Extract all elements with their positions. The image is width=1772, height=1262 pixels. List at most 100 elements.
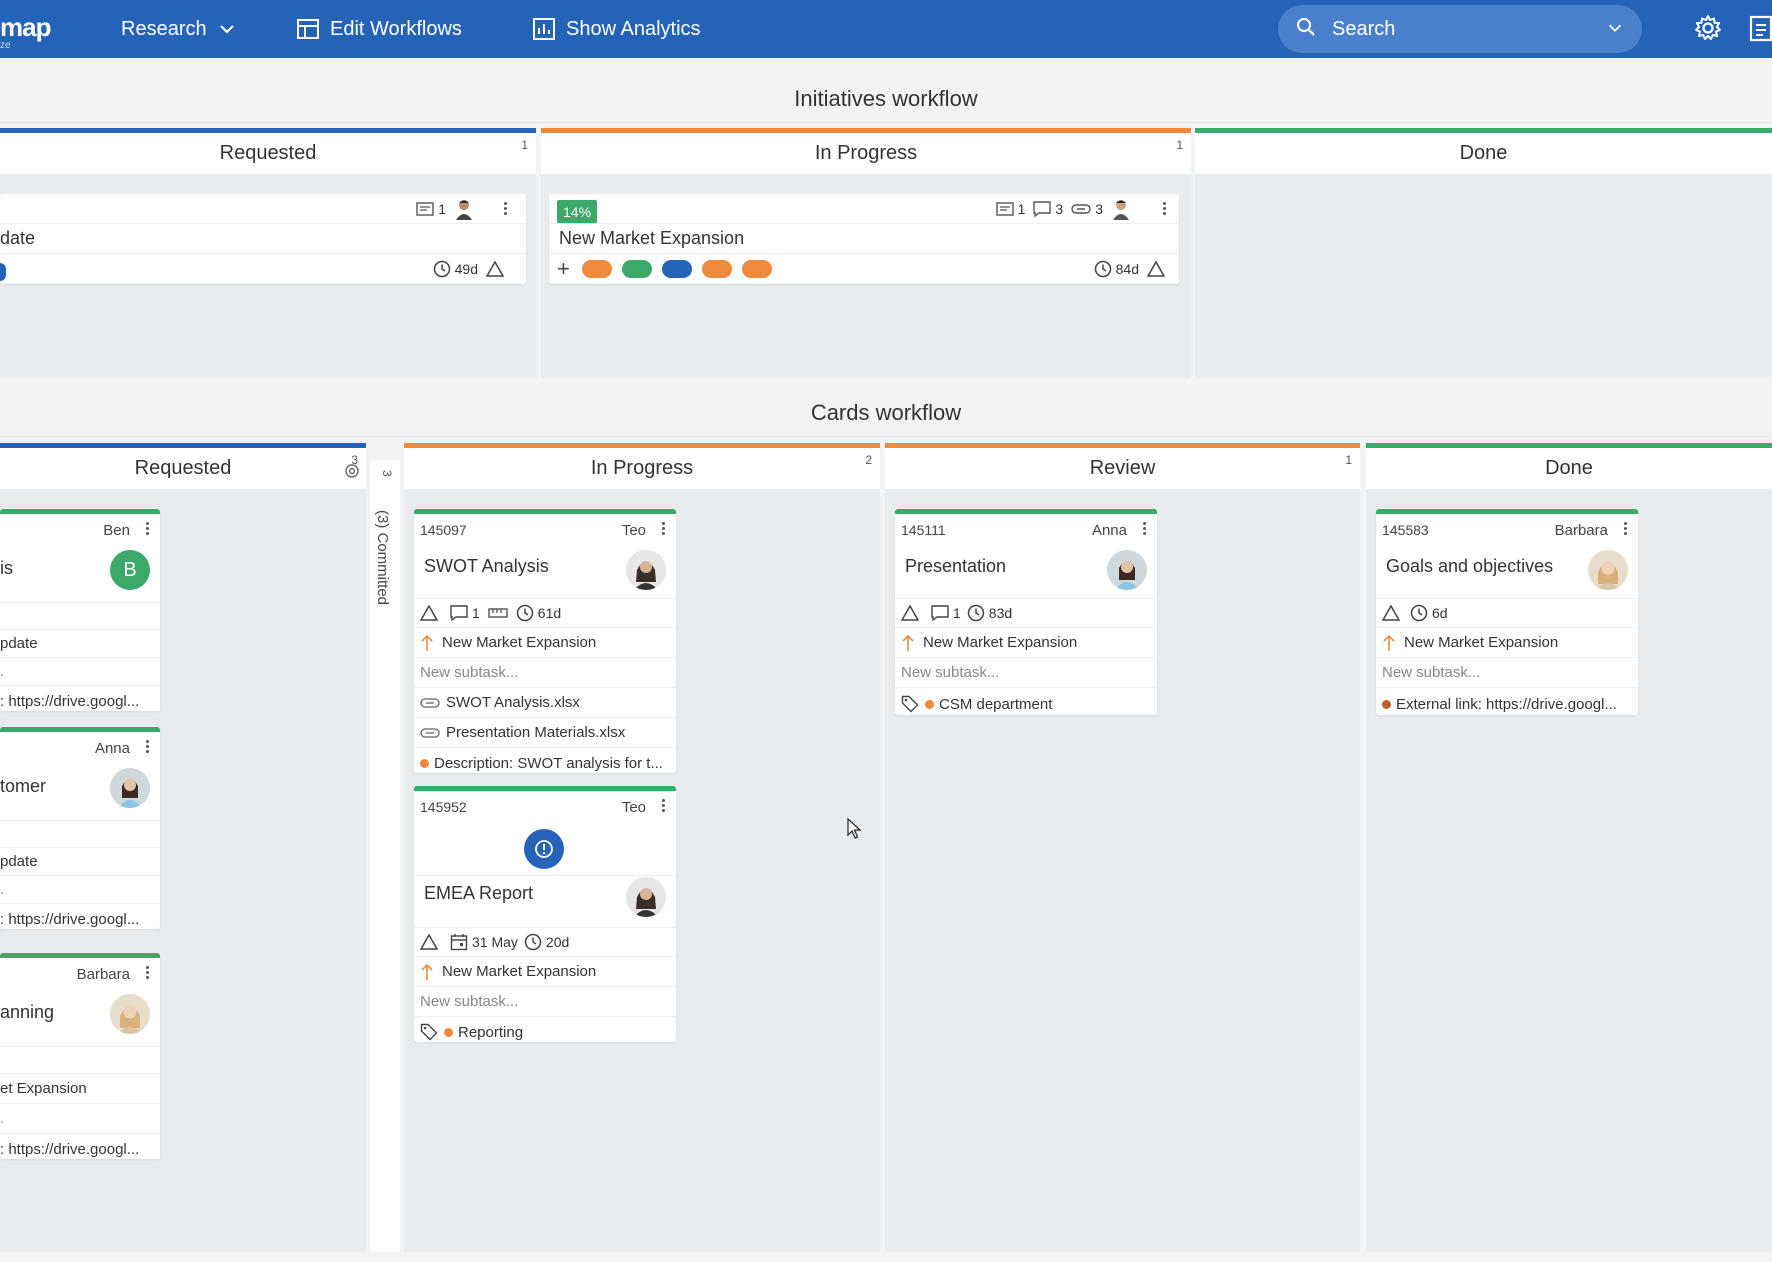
blocker-icon[interactable]	[524, 829, 564, 869]
warning-triangle-icon[interactable]	[420, 605, 438, 621]
tag-icon[interactable]	[420, 1023, 438, 1041]
card[interactable]: Ben is B pdate . : https://drive.googl..…	[0, 509, 160, 711]
comment-icon[interactable]	[931, 605, 949, 621]
parent-link[interactable]: New Market Expansion	[442, 963, 596, 980]
initiative-card[interactable]: 1 date 49d	[0, 194, 526, 284]
parent-link[interactable]: pdate	[0, 635, 38, 652]
column-header[interactable]: In Progress 1	[541, 128, 1191, 174]
external-link[interactable]: : https://drive.googl...	[0, 911, 139, 928]
card-emea-report[interactable]: 145952 Teo EMEA Report 31 May 20d New Ma…	[414, 786, 676, 1042]
column-header[interactable]: Requested 1	[0, 128, 536, 174]
description-text[interactable]: Description: SWOT analysis for t...	[434, 755, 663, 772]
avatar[interactable]	[110, 994, 150, 1034]
external-link[interactable]: : https://drive.googl...	[0, 1141, 139, 1158]
man-avatar-icon[interactable]	[454, 198, 474, 220]
comment-icon[interactable]	[450, 605, 468, 621]
avatar[interactable]	[1107, 550, 1147, 590]
parent-link[interactable]: New Market Expansion	[442, 634, 596, 651]
collapsed-lane-committed[interactable]: 3 (3) Committed	[370, 460, 400, 1252]
column-header[interactable]: Review 1	[885, 443, 1360, 489]
card-swot-analysis[interactable]: 145097 Teo SWOT Analysis 1 61d New Marke…	[414, 509, 676, 773]
nav-edit-workflows[interactable]: Edit Workflows	[296, 0, 462, 58]
card-title[interactable]: is	[0, 558, 13, 579]
tag-pill[interactable]	[741, 260, 772, 278]
card-title[interactable]: Goals and objectives	[1386, 556, 1553, 577]
kebab-menu-icon[interactable]	[504, 200, 508, 217]
kebab-menu-icon[interactable]	[146, 520, 150, 537]
man-avatar-icon[interactable]	[1111, 198, 1131, 220]
nav-show-analytics[interactable]: Show Analytics	[532, 0, 701, 58]
card[interactable]: Barbara anning et Expansion . : https://…	[0, 953, 160, 1159]
kebab-menu-icon[interactable]	[662, 520, 666, 537]
subtask-input[interactable]: .	[0, 1110, 4, 1127]
clock-icon	[433, 260, 451, 278]
tag-pill[interactable]	[0, 263, 6, 281]
card-title[interactable]: New Market Expansion	[559, 228, 744, 249]
avatar[interactable]	[626, 550, 666, 590]
tag-icon[interactable]	[901, 695, 919, 713]
kebab-menu-icon[interactable]	[1143, 520, 1147, 537]
refresh-icon[interactable]	[344, 462, 360, 485]
external-link[interactable]: : https://drive.googl...	[0, 693, 139, 710]
kebab-menu-icon[interactable]	[1624, 520, 1628, 537]
tag-pill[interactable]	[621, 260, 652, 278]
kebab-menu-icon[interactable]	[662, 797, 666, 814]
clipboard-icon[interactable]	[1748, 14, 1772, 47]
attachment-link[interactable]: SWOT Analysis.xlsx	[446, 694, 580, 711]
search-chevron-down-icon[interactable]	[1606, 19, 1624, 42]
avatar[interactable]	[1588, 550, 1628, 590]
parent-link[interactable]: New Market Expansion	[1404, 634, 1558, 651]
tag-pill[interactable]	[701, 260, 732, 278]
parent-link[interactable]: New Market Expansion	[923, 634, 1077, 651]
warning-triangle-icon[interactable]	[420, 934, 438, 950]
nav-research[interactable]: Research	[121, 0, 237, 58]
tag-pill[interactable]	[661, 260, 692, 278]
card[interactable]: Anna tomer pdate . : https://drive.googl…	[0, 727, 160, 929]
warning-triangle-icon[interactable]	[901, 605, 919, 621]
card-title[interactable]: EMEA Report	[424, 883, 533, 904]
warning-triangle-icon[interactable]	[1147, 261, 1165, 277]
new-subtask-input[interactable]: New subtask...	[901, 664, 999, 681]
kebab-menu-icon[interactable]	[1163, 200, 1167, 217]
card-age: 84d	[1115, 261, 1139, 277]
card-presentation[interactable]: 145111 Anna Presentation 1 83d New Marke…	[895, 509, 1157, 715]
due-date[interactable]: 31 May	[472, 934, 518, 950]
card-meta-row: 1 61d	[414, 598, 676, 628]
column-header[interactable]: Requested 3	[0, 443, 366, 489]
warning-triangle-icon[interactable]	[1382, 605, 1400, 621]
card-title[interactable]: anning	[0, 1002, 54, 1023]
avatar[interactable]: B	[110, 550, 150, 590]
tag-label[interactable]: CSM department	[939, 696, 1052, 713]
new-subtask-input[interactable]: New subtask...	[420, 993, 518, 1010]
card-goals-and-objectives[interactable]: 145583 Barbara Goals and objectives 6d N…	[1376, 509, 1638, 715]
column-header[interactable]: In Progress 2	[404, 443, 880, 489]
card-title[interactable]: tomer	[0, 776, 46, 797]
column-count: 1	[521, 138, 528, 152]
initiative-card[interactable]: 14% 1 3 3 New Market Expansion + 84d	[549, 194, 1179, 284]
kebab-menu-icon[interactable]	[146, 738, 150, 755]
avatar[interactable]	[110, 768, 150, 808]
external-link[interactable]: External link: https://drive.googl...	[1396, 696, 1617, 713]
warning-triangle-icon[interactable]	[486, 261, 504, 277]
kebab-menu-icon[interactable]	[146, 964, 150, 981]
add-tag-button[interactable]: +	[557, 256, 570, 282]
card-title[interactable]: Presentation	[905, 556, 1006, 577]
card-age: 83d	[988, 605, 1013, 621]
new-subtask-input[interactable]: New subtask...	[420, 664, 518, 681]
gear-icon[interactable]	[1694, 14, 1722, 47]
card-title[interactable]: SWOT Analysis	[424, 556, 549, 577]
column-header[interactable]: Done	[1366, 443, 1772, 489]
tag-label[interactable]: Reporting	[458, 1024, 523, 1041]
parent-link[interactable]: et Expansion	[0, 1080, 87, 1097]
search-input[interactable]	[1332, 17, 1612, 41]
attachment-link[interactable]: Presentation Materials.xlsx	[446, 724, 625, 741]
tag-pill[interactable]	[581, 260, 612, 278]
subtask-input[interactable]: .	[0, 881, 4, 898]
parent-link[interactable]: pdate	[0, 853, 38, 870]
avatar[interactable]	[626, 877, 666, 917]
search-box[interactable]	[1278, 5, 1642, 53]
column-header[interactable]: Done	[1195, 128, 1772, 174]
app-logo[interactable]: map	[0, 12, 51, 43]
subtask-input[interactable]: .	[0, 663, 4, 680]
new-subtask-input[interactable]: New subtask...	[1382, 664, 1480, 681]
